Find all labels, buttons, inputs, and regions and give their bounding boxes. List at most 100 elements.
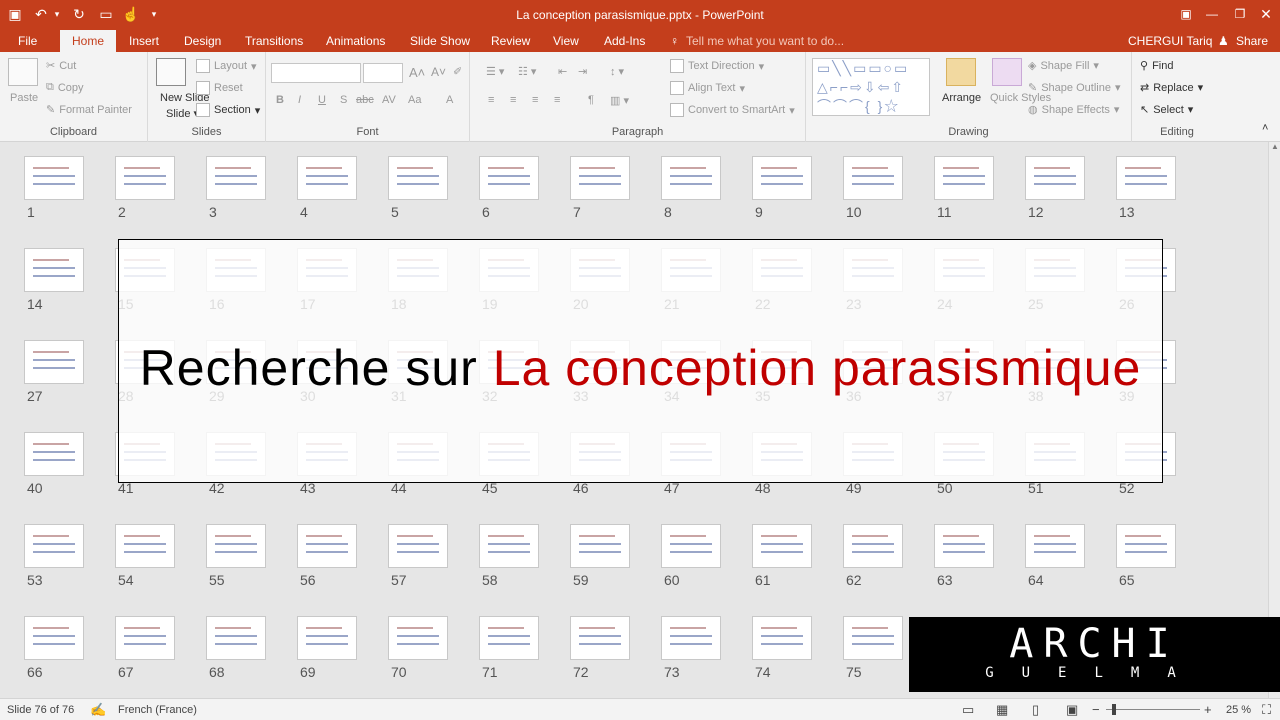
new-slide-dropdown[interactable]: Slide ▾ [166, 107, 199, 120]
shape-outline-button[interactable]: ✎ Shape Outline ▾ [1028, 81, 1120, 95]
underline-button[interactable]: U [318, 94, 326, 106]
language-indicator[interactable]: French (France) [118, 704, 197, 716]
italic-button[interactable]: I [298, 94, 301, 106]
slide-thumbnail[interactable] [24, 340, 84, 384]
font-size-input[interactable] [363, 63, 403, 83]
spelling-icon[interactable]: ✍ [90, 702, 106, 718]
slide-thumbnail[interactable] [206, 156, 266, 200]
slide-thumbnail[interactable] [297, 524, 357, 568]
layout-button[interactable]: Layout ▾ [196, 59, 257, 73]
slide-thumbnail[interactable] [24, 156, 84, 200]
decrease-font-icon[interactable]: A˅ [431, 65, 446, 79]
tab-review[interactable]: Review [491, 34, 530, 48]
font-name-input[interactable] [271, 63, 361, 83]
cut-button[interactable]: ✂ Cut [46, 59, 76, 73]
slide-thumbnail[interactable] [661, 524, 721, 568]
fit-slide-icon[interactable]: ⛶ [1262, 702, 1271, 718]
slide-thumbnail[interactable] [24, 248, 84, 292]
increase-indent-icon[interactable]: ⇥ [578, 65, 587, 78]
user-name[interactable]: CHERGUI Tariq [1128, 34, 1212, 48]
zoom-out-icon[interactable]: − [1092, 702, 1100, 717]
restore-icon[interactable]: ❐ [1228, 4, 1252, 24]
line-spacing-icon[interactable]: ↕ ▾ [610, 65, 624, 78]
slide-thumbnail[interactable] [1116, 524, 1176, 568]
tell-me-search[interactable]: Tell me what you want to do... [686, 34, 844, 48]
slide-thumbnail[interactable] [752, 156, 812, 200]
ribbon-display-options-icon[interactable]: ▣ [1174, 4, 1198, 24]
tab-design[interactable]: Design [184, 34, 221, 48]
slide-thumbnail[interactable] [115, 156, 175, 200]
slide-thumbnail[interactable] [570, 156, 630, 200]
shapes-gallery[interactable]: ▭╲╲▭▭○▭ △⌐⌐⇨⇩⇦⇧ ⌒⌒⌒{ }☆ [812, 58, 930, 116]
bold-button[interactable]: B [276, 94, 284, 106]
slide-thumbnail[interactable] [479, 156, 539, 200]
slide-thumbnail[interactable] [24, 432, 84, 476]
tab-animations[interactable]: Animations [326, 34, 385, 48]
slide-thumbnail[interactable] [115, 524, 175, 568]
character-spacing-button[interactable]: AV [382, 94, 396, 106]
tab-home[interactable]: Home [60, 30, 117, 52]
align-right-icon[interactable]: ≡ [532, 94, 538, 106]
text-direction-button[interactable]: Text Direction ▾ [670, 59, 764, 73]
section-button[interactable]: Section ▾ [196, 103, 260, 117]
tab-file[interactable]: File [18, 34, 37, 48]
arrange-button[interactable]: Arrange [942, 92, 981, 104]
normal-view-icon[interactable]: ▭ [962, 702, 974, 718]
shape-effects-button[interactable]: ◍ Shape Effects ▾ [1028, 103, 1119, 117]
slide-thumbnail[interactable] [661, 156, 721, 200]
slide-thumbnail[interactable] [843, 524, 903, 568]
slide-thumbnail[interactable] [752, 524, 812, 568]
vertical-scrollbar[interactable]: ▲ [1268, 142, 1280, 698]
slide-thumbnail[interactable] [24, 616, 84, 660]
slide-thumbnail[interactable] [752, 616, 812, 660]
slide-thumbnail[interactable] [206, 616, 266, 660]
numbering-icon[interactable]: ☷ ▾ [518, 65, 536, 78]
align-center-icon[interactable]: ≡ [510, 94, 516, 106]
scroll-up-icon[interactable]: ▲ [1270, 142, 1280, 154]
zoom-level[interactable]: 25 % [1226, 704, 1251, 716]
paste-button[interactable]: Paste [10, 92, 38, 104]
slide-thumbnail[interactable] [934, 524, 994, 568]
slide-thumbnail[interactable] [479, 616, 539, 660]
zoom-slider-thumb[interactable] [1112, 704, 1116, 715]
convert-smartart-button[interactable]: Convert to SmartArt ▾ [670, 103, 795, 117]
replace-button[interactable]: ⇄ Replace ▾ [1140, 81, 1203, 95]
slide-thumbnail[interactable] [661, 616, 721, 660]
justify-icon[interactable]: ≡ [554, 94, 560, 106]
copy-button[interactable]: ⧉ Copy [46, 81, 84, 94]
columns-icon[interactable]: ▥ ▾ [610, 94, 629, 107]
slide-thumbnail[interactable] [206, 524, 266, 568]
zoom-in-icon[interactable]: + [1204, 702, 1212, 717]
tab-view[interactable]: View [553, 34, 579, 48]
slideshow-view-icon[interactable]: ▣ [1066, 702, 1078, 718]
slide-thumbnail[interactable] [297, 616, 357, 660]
increase-font-icon[interactable]: A˄ [409, 65, 425, 80]
share-button[interactable]: Share [1236, 34, 1268, 48]
slide-counter[interactable]: Slide 76 of 76 [7, 704, 74, 716]
slide-sorter-view-icon[interactable]: ▦ [996, 702, 1008, 718]
reset-button[interactable]: Reset [196, 81, 243, 95]
slide-thumbnail[interactable] [388, 524, 448, 568]
slide-thumbnail[interactable] [570, 524, 630, 568]
slide-thumbnail[interactable] [115, 616, 175, 660]
slide-thumbnail[interactable] [388, 156, 448, 200]
bullets-icon[interactable]: ☰ ▾ [486, 65, 504, 78]
reading-view-icon[interactable]: ▯ [1032, 702, 1039, 718]
find-button[interactable]: ⚲ Find [1140, 59, 1173, 73]
text-rtl-icon[interactable]: ¶ [588, 94, 594, 106]
tab-add-ins[interactable]: Add-Ins [604, 34, 645, 48]
slide-thumbnail[interactable] [388, 616, 448, 660]
slide-thumbnail[interactable] [570, 616, 630, 660]
format-painter-button[interactable]: ✎ Format Painter [46, 103, 132, 117]
collapse-ribbon-icon[interactable]: ˄ [1262, 122, 1268, 134]
close-icon[interactable]: ✕ [1254, 4, 1278, 24]
tab-slide-show[interactable]: Slide Show [410, 34, 470, 48]
decrease-indent-icon[interactable]: ⇤ [558, 65, 567, 78]
align-text-button[interactable]: Align Text ▾ [670, 81, 745, 95]
slide-thumbnail[interactable] [843, 616, 903, 660]
slide-thumbnail[interactable] [1025, 156, 1085, 200]
font-color-button[interactable]: A [446, 94, 453, 106]
zoom-slider[interactable] [1106, 704, 1200, 715]
select-button[interactable]: ↖ Select ▾ [1140, 103, 1193, 117]
clear-format-icon[interactable]: ✐ [453, 65, 462, 78]
